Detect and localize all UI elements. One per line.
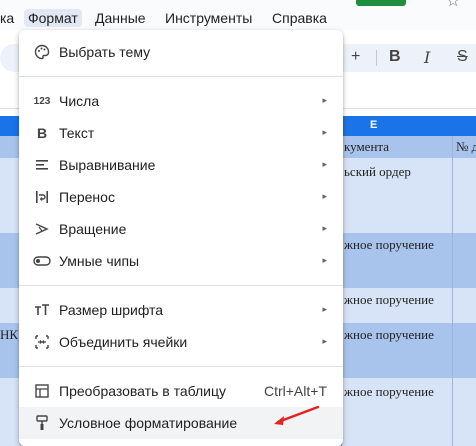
menu-divider <box>19 366 343 367</box>
smart-chips-icon <box>33 252 51 270</box>
shortcut-label: Ctrl+Alt+T <box>263 383 327 399</box>
toolbar-divider <box>376 50 377 66</box>
submenu-arrow-icon: ▸ <box>322 336 327 346</box>
menubar: ка Формат Данные Инструменты Справка <box>0 8 476 30</box>
bold-button[interactable]: B <box>389 48 401 66</box>
star-icon[interactable]: ☆ <box>446 0 460 8</box>
menu-item-label: Перенос <box>59 189 115 205</box>
merge-cells-icon <box>33 333 51 351</box>
menu-item-numbers[interactable]: 123 Числа ▸ <box>19 85 343 117</box>
menu-item-font-size[interactable]: Размер шрифта ▸ <box>19 294 343 326</box>
strikethrough-button[interactable]: S <box>457 48 468 66</box>
submenu-arrow-icon: ▸ <box>322 191 327 201</box>
font-size-icon <box>33 301 51 319</box>
share-badge[interactable] <box>356 0 406 6</box>
menu-item-convert-to-table[interactable]: Преобразовать в таблицу Ctrl+Alt+T <box>19 375 343 407</box>
menu-divider <box>19 76 343 77</box>
menu-item-wrap[interactable]: Перенос ▸ <box>19 181 343 213</box>
menu-item-merge-cells[interactable]: Объединить ячейки ▸ <box>19 326 343 358</box>
table-cell: ьский ордер <box>344 164 411 179</box>
column-gridline <box>452 136 453 446</box>
table-cell: жное поручение <box>344 384 434 399</box>
menu-help[interactable]: Справка <box>272 10 327 26</box>
menu-item-label: Умные чипы <box>59 253 140 269</box>
menu-item-text[interactable]: B Текст ▸ <box>19 117 343 149</box>
number-format-icon: 123 <box>33 95 51 107</box>
text-rotate-icon <box>33 220 51 238</box>
menu-divider <box>19 285 343 286</box>
submenu-arrow-icon: ▸ <box>322 159 327 169</box>
menu-item-label: Условное форматирование <box>59 415 238 431</box>
menu-item-choose-theme[interactable]: Выбрать тему <box>19 36 343 68</box>
table-cell: жное поручение <box>344 327 434 342</box>
menu-item-alignment[interactable]: Выравнивание ▸ <box>19 149 343 181</box>
palette-icon <box>33 43 51 61</box>
menu-edit-partial[interactable]: ка <box>0 10 14 26</box>
format-menu: Выбрать тему 123 Числа ▸ B Текст ▸ Вырав… <box>19 30 343 446</box>
table-cell: жное поручение <box>344 237 434 252</box>
header-cell: кумента <box>344 139 390 154</box>
submenu-arrow-icon: ▸ <box>322 223 327 233</box>
annotation-arrow-icon <box>274 405 320 425</box>
menu-item-label: Размер шрифта <box>59 302 164 318</box>
submenu-arrow-icon: ▸ <box>322 127 327 137</box>
menu-item-label: Числа <box>59 93 100 109</box>
menu-item-label: Выбрать тему <box>59 44 151 60</box>
menu-item-label: Преобразовать в таблицу <box>59 383 227 399</box>
menu-item-label: Объединить ячейки <box>59 334 188 350</box>
italic-button[interactable]: I <box>424 48 430 67</box>
menu-data[interactable]: Данные <box>95 10 146 26</box>
menu-item-rotation[interactable]: Вращение ▸ <box>19 213 343 245</box>
table-cell: жное поручение <box>344 292 434 307</box>
text-wrap-icon <box>33 188 51 206</box>
menu-item-label: Текст <box>59 125 95 141</box>
title-strip: ☆ <box>0 0 476 8</box>
menu-tools[interactable]: Инструменты <box>165 10 252 26</box>
menu-format[interactable]: Формат <box>24 9 82 27</box>
menu-item-label: Выравнивание <box>59 157 156 173</box>
table-icon <box>33 382 51 400</box>
align-icon <box>33 156 51 174</box>
paint-roller-icon <box>33 414 51 432</box>
submenu-arrow-icon: ▸ <box>322 95 327 105</box>
header-cell: № д <box>456 139 476 154</box>
submenu-arrow-icon: ▸ <box>322 255 327 265</box>
menu-item-label: Вращение <box>59 221 127 237</box>
column-e-header[interactable]: E <box>370 119 377 131</box>
font-size-plus-button[interactable]: + <box>351 48 360 66</box>
submenu-arrow-icon: ▸ <box>322 304 327 314</box>
menu-item-smart-chips[interactable]: Умные чипы ▸ <box>19 245 343 277</box>
bold-text-icon: B <box>36 125 48 141</box>
